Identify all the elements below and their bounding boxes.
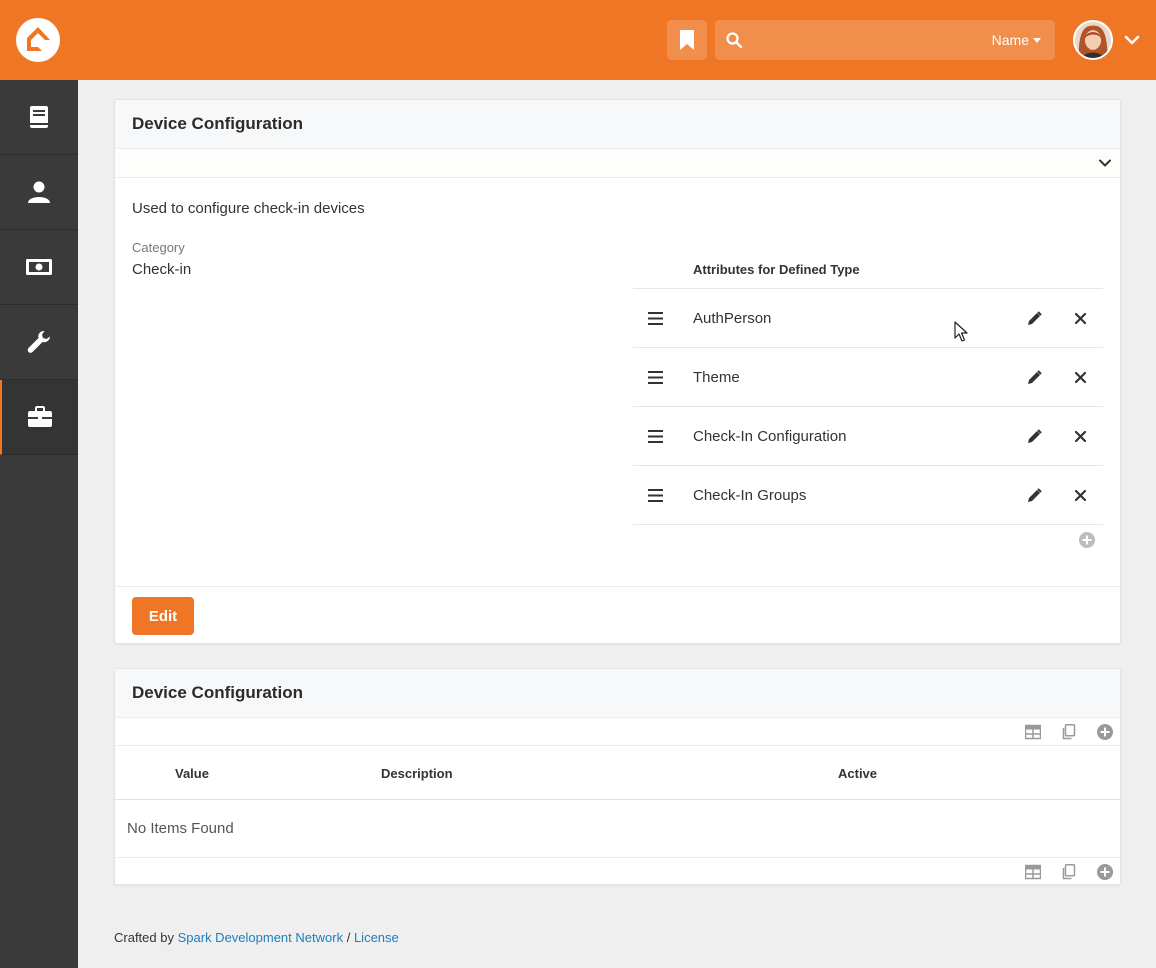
add-icon[interactable]: [1097, 724, 1113, 740]
sidebar-item-book[interactable]: [0, 80, 78, 155]
defined-type-detail-panel: Device Configuration Used to configure c…: [114, 99, 1121, 644]
attributes-table: Attributes for Defined Type AuthPerson T…: [633, 250, 1103, 525]
close-icon[interactable]: [1075, 372, 1086, 383]
column-header-description[interactable]: Description: [381, 766, 453, 781]
empty-message: No Items Found: [127, 820, 234, 837]
search-bar: Name: [715, 20, 1055, 60]
mouse-cursor-icon: [954, 321, 968, 342]
drag-handle-icon[interactable]: [648, 371, 663, 384]
panel-actions: Edit: [115, 586, 1120, 644]
bookmark-icon: [680, 30, 694, 50]
panel-title: Device Configuration: [115, 100, 1120, 149]
sidebar: [0, 80, 78, 968]
footer-prefix: Crafted by: [114, 930, 174, 945]
close-icon[interactable]: [1075, 313, 1086, 324]
pencil-icon[interactable]: [1027, 311, 1042, 326]
drag-handle-icon[interactable]: [648, 312, 663, 325]
search-filter-label: Name: [991, 32, 1029, 48]
caret-down-icon: [1033, 37, 1041, 43]
attributes-header: Attributes for Defined Type: [633, 250, 1103, 289]
column-header-active[interactable]: Active: [838, 766, 877, 781]
book-icon: [30, 106, 48, 128]
merge-template-icon[interactable]: [1061, 864, 1077, 880]
close-icon[interactable]: [1075, 490, 1086, 501]
category-value: Check-in: [132, 261, 192, 278]
chevron-down-icon[interactable]: [1098, 156, 1112, 170]
panel-drawer[interactable]: [115, 149, 1120, 178]
table-row: Check-In Configuration: [633, 407, 1103, 466]
attribute-name: Check-In Groups: [693, 486, 807, 504]
column-header-value[interactable]: Value: [175, 766, 209, 781]
search-filter-dropdown[interactable]: Name: [992, 32, 1041, 48]
attribute-name: Check-In Configuration: [693, 427, 847, 445]
bookmark-button[interactable]: [667, 20, 707, 60]
add-icon[interactable]: [1097, 864, 1113, 880]
attribute-name: AuthPerson: [693, 309, 772, 327]
sidebar-item-finance[interactable]: [0, 230, 78, 305]
grid-actions-top: [115, 718, 1120, 746]
defined-values-panel: Device Configuration Value Description A…: [114, 668, 1121, 885]
excel-export-icon[interactable]: [1025, 724, 1041, 740]
add-attribute-icon[interactable]: [1079, 532, 1095, 548]
defined-type-description: Used to configure check-in devices: [132, 200, 365, 217]
sidebar-item-tools[interactable]: [0, 305, 78, 380]
search-input[interactable]: [755, 26, 975, 54]
drag-handle-icon[interactable]: [648, 430, 663, 443]
close-icon[interactable]: [1075, 431, 1086, 442]
attribute-name: Theme: [693, 368, 740, 386]
pencil-icon[interactable]: [1027, 370, 1042, 385]
table-row: AuthPerson: [633, 289, 1103, 348]
table-row: Theme: [633, 348, 1103, 407]
table-row: Check-In Groups: [633, 466, 1103, 525]
drag-handle-icon[interactable]: [648, 489, 663, 502]
edit-button[interactable]: Edit: [132, 597, 194, 635]
panel-title: Device Configuration: [115, 669, 1120, 718]
top-navbar: Name: [0, 0, 1156, 80]
search-icon: [726, 32, 743, 49]
category-label: Category: [132, 240, 185, 255]
merge-template-icon[interactable]: [1061, 724, 1077, 740]
pencil-icon[interactable]: [1027, 429, 1042, 444]
pencil-icon[interactable]: [1027, 488, 1042, 503]
chevron-down-icon[interactable]: [1124, 32, 1140, 48]
sidebar-item-person[interactable]: [0, 155, 78, 230]
footer-separator: /: [346, 930, 351, 945]
footer-link-spark[interactable]: Spark Development Network: [178, 930, 343, 945]
sidebar-item-admin[interactable]: [0, 380, 78, 455]
page-footer: Crafted by Spark Development Network / L…: [114, 930, 399, 945]
grid-actions-bottom: [115, 857, 1120, 885]
excel-export-icon[interactable]: [1025, 864, 1041, 880]
wrench-icon: [27, 331, 50, 353]
person-icon: [28, 181, 50, 203]
briefcase-icon: [28, 406, 52, 427]
grid-header: Value Description Active: [115, 746, 1120, 800]
money-icon: [26, 259, 52, 275]
avatar[interactable]: [1073, 20, 1113, 60]
footer-link-license[interactable]: License: [354, 930, 399, 945]
rock-logo-icon[interactable]: [16, 18, 60, 62]
